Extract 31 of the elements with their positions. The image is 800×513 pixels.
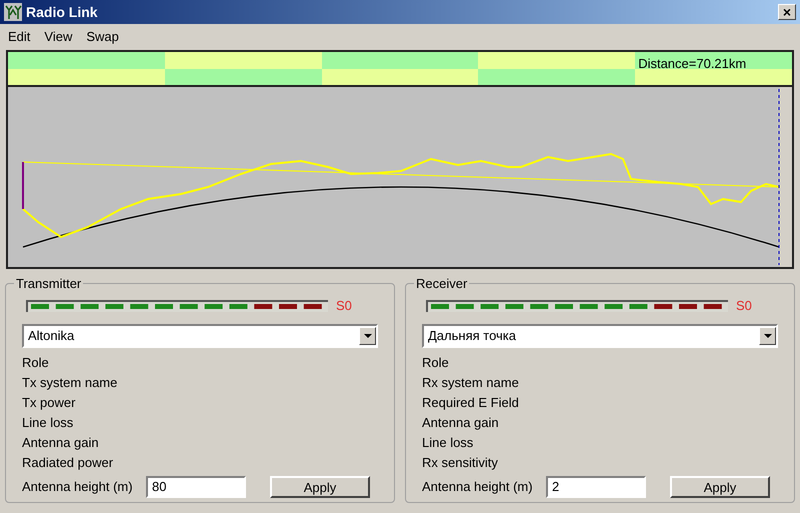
field-label: Antenna gain — [422, 414, 500, 432]
apply-button[interactable]: Apply — [670, 476, 770, 498]
field-label: Antenna gain — [22, 434, 100, 452]
menu-item[interactable]: Edit — [8, 27, 30, 47]
dropdown[interactable]: Altonika — [22, 324, 378, 348]
signal-meter-icon — [426, 300, 728, 312]
field-label: Required E Field — [422, 394, 520, 412]
field-label: Line loss — [422, 434, 474, 452]
field-label: Tx power — [22, 394, 76, 412]
meter-reading: S0 — [736, 297, 752, 315]
field-label: Role — [422, 354, 450, 372]
dropdown[interactable]: Дальняя точка — [422, 324, 778, 348]
apply-button[interactable]: Apply — [270, 476, 370, 498]
antenna-icon — [4, 3, 22, 21]
close-button[interactable]: × — [778, 4, 796, 20]
window-title: Radio Link — [26, 2, 99, 22]
menu-item[interactable]: View — [44, 27, 72, 47]
field-label: Rx system name — [422, 374, 520, 392]
signal-meter-icon — [26, 300, 328, 312]
field-label: Antenna height (m) — [22, 478, 134, 496]
meter-reading: S0 — [336, 297, 352, 315]
field-label: Radiated power — [22, 454, 114, 472]
input-field[interactable]: 2 — [546, 476, 646, 498]
field-label: Rx sensitivity — [422, 454, 499, 472]
field-label: Antenna height (m) — [422, 478, 534, 496]
input-field[interactable]: 80 — [146, 476, 246, 498]
distance-label: Distance=70.21km — [638, 56, 746, 71]
field-label: Line loss — [22, 414, 74, 432]
field-label: Tx system name — [22, 374, 118, 392]
menu-item[interactable]: Swap — [86, 27, 119, 47]
field-label: Role — [22, 354, 50, 372]
